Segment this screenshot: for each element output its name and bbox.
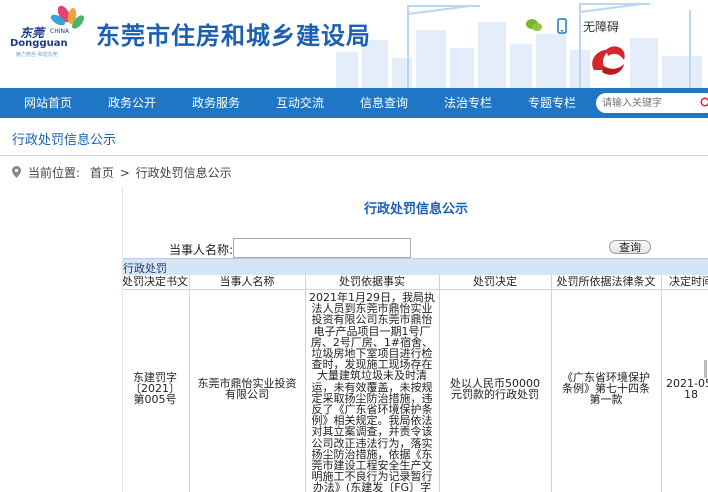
wechat-icon[interactable] xyxy=(526,18,542,32)
site-title[interactable]: 东莞市住房和城乡建设局 xyxy=(96,16,371,51)
date-text: 2021-05-18 xyxy=(666,377,708,401)
breadcrumb-separator: > xyxy=(119,166,130,180)
page-heading: 行政处罚信息公示 xyxy=(12,133,117,148)
breadcrumb-home-link[interactable]: 首页 xyxy=(90,166,114,180)
table-header-row: 处罚决定书文 当事人名称 处罚依据事实 处罚决定 处罚所依据法律条文 决定时间 xyxy=(123,275,708,290)
decorative-emblem xyxy=(592,46,625,75)
scrollbar-thumb[interactable] xyxy=(704,360,707,378)
nav-item-interaction[interactable]: 互动交流 xyxy=(276,88,324,118)
nav-item-government-services[interactable]: 政务服务 xyxy=(192,88,240,118)
search-box xyxy=(596,93,708,113)
cell-doc-no: 东建罚字〔2021〕第005号 xyxy=(123,290,190,492)
table-row: 东建罚字〔2021〕第005号 东莞市鼎怡实业投资有限公司 2021年1月29日… xyxy=(123,290,708,492)
law-text: 《广东省环境保护条例》第七十四条第一款 xyxy=(562,371,650,406)
breadcrumb: 当前位置: 首页 > 行政处罚信息公示 xyxy=(28,164,232,181)
col-header-party: 当事人名称 xyxy=(189,275,306,289)
nav-item-info-query[interactable]: 信息查询 xyxy=(360,88,408,118)
nav-item-rule-of-law[interactable]: 法治专栏 xyxy=(444,88,492,118)
nav-item-special-topics[interactable]: 专题专栏 xyxy=(528,88,576,118)
search-icon[interactable] xyxy=(700,97,708,109)
nav-item-home[interactable]: 网站首页 xyxy=(24,88,72,118)
col-header-law: 处罚所依据法律条文 xyxy=(551,275,662,289)
frame-title: 行政处罚信息公示 xyxy=(363,202,468,217)
party-name-input[interactable] xyxy=(233,238,411,258)
logo-tagline: 魅力莞邑 和谐东莞 xyxy=(16,52,58,58)
party-text: 东莞市鼎怡实业投资有限公司 xyxy=(197,377,297,401)
basis-text: 2021年1月29日，我局执法人员到东莞市鼎怡实业投资有限公司东莞市鼎怡电子产品… xyxy=(309,291,435,492)
cell-decision: 处以人民币50000元罚款的行政处罚 xyxy=(439,290,552,492)
col-header-decision: 处罚决定 xyxy=(439,275,552,289)
dongguan-logo[interactable]: 东莞 CHINA Dongguan 魅力莞邑 和谐东莞 xyxy=(6,4,90,58)
mobile-icon[interactable] xyxy=(557,18,567,34)
nav-item-government-affairs[interactable]: 政务公开 xyxy=(108,88,156,118)
cell-party: 东莞市鼎怡实业投资有限公司 xyxy=(189,290,306,492)
cell-basis: 2021年1月29日，我局执法人员到东莞市鼎怡实业投资有限公司东莞市鼎怡电子产品… xyxy=(305,290,440,492)
decision-text: 处以人民币50000元罚款的行政处罚 xyxy=(450,377,540,401)
party-name-label: 当事人名称: xyxy=(169,243,234,257)
search-input[interactable] xyxy=(602,95,698,111)
col-header-date: 决定时间 xyxy=(661,275,708,289)
logo-text-en: Dongguan xyxy=(10,38,68,49)
col-header-basis: 处罚依据事实 xyxy=(305,275,440,289)
section-label: 行政处罚 xyxy=(123,262,167,275)
accessibility-link[interactable]: 无障碍 xyxy=(583,18,619,35)
cell-law: 《广东省环境保护条例》第七十四条第一款 xyxy=(551,290,662,492)
location-pin-icon xyxy=(12,166,21,178)
heading-divider xyxy=(0,155,708,156)
penalty-query-frame: 行政处罚信息公示 当事人名称: 查询 行政处罚 处罚决定书文 当事人名称 处罚依… xyxy=(122,186,708,492)
doc-no-text: 东建罚字〔2021〕第005号 xyxy=(130,371,180,406)
query-button[interactable]: 查询 xyxy=(609,240,651,254)
main-navigation: 网站首页 政务公开 政务服务 互动交流 信息查询 法治专栏 专题专栏 xyxy=(0,88,708,118)
logo-text-china: CHINA xyxy=(50,28,70,35)
site-header: 东莞 CHINA Dongguan 魅力莞邑 和谐东莞 东莞市住房和城乡建设局 … xyxy=(0,0,708,88)
section-header: 行政处罚 xyxy=(123,258,708,275)
breadcrumb-prefix: 当前位置: xyxy=(28,166,81,180)
cell-date: 2021-05-18 xyxy=(661,290,708,492)
city-skyline-decoration xyxy=(330,0,708,88)
breadcrumb-current[interactable]: 行政处罚信息公示 xyxy=(136,166,232,180)
col-header-doc-no: 处罚决定书文 xyxy=(122,275,190,289)
